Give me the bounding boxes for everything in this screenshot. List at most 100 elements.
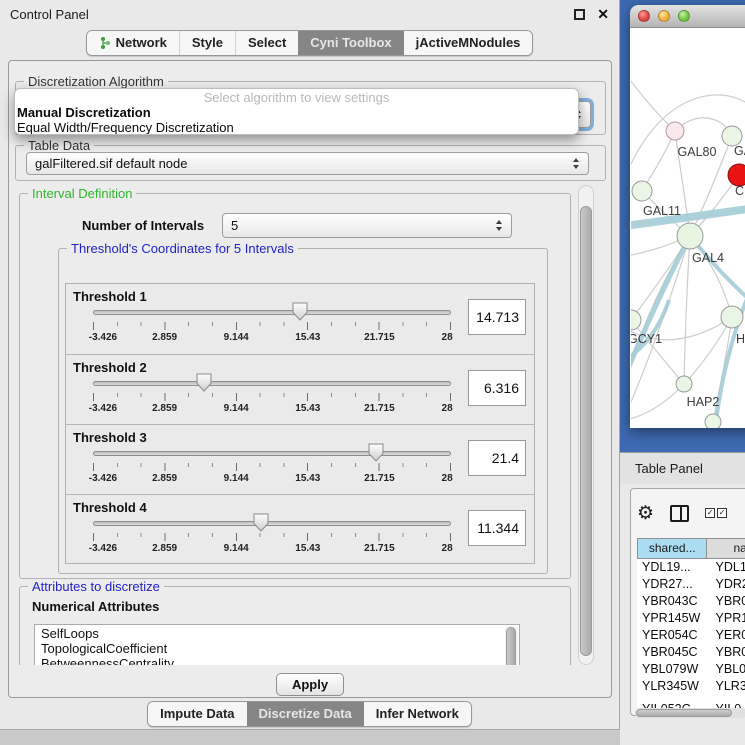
node[interactable]: [722, 126, 742, 146]
split-panel-icon[interactable]: [670, 505, 689, 522]
algorithm-option-manual[interactable]: Manual Discretization: [15, 105, 578, 120]
node-gcy1[interactable]: [631, 310, 641, 330]
table-row[interactable]: YBR043C YBR0: [637, 593, 745, 610]
table-cell[interactable]: YPR1: [708, 610, 745, 627]
tab-discretize-data[interactable]: Discretize Data: [247, 702, 364, 726]
threshold-value-field[interactable]: 6.316: [468, 370, 526, 406]
node[interactable]: [666, 122, 684, 140]
table-cell[interactable]: YBR045C: [637, 644, 708, 661]
column-header-name[interactable]: na: [707, 538, 745, 559]
slider-track[interactable]: [93, 521, 451, 526]
network-window-titlebar[interactable]: [630, 5, 745, 28]
select-columns-icon[interactable]: ✓ ✓: [705, 508, 727, 518]
threshold-value-field[interactable]: 11.344: [468, 510, 526, 546]
table-header-row: shared... na: [637, 538, 745, 559]
tab-network[interactable]: Network: [87, 31, 179, 55]
table-row[interactable]: YBR045C YBR0: [637, 644, 745, 661]
slider-thumb[interactable]: [292, 302, 308, 321]
tab-select[interactable]: Select: [235, 31, 298, 55]
table-cell[interactable]: YLR3: [708, 678, 745, 695]
network-graph: GAL80 GA C GAL11 GAL4 GCY1 H HAP2: [631, 28, 745, 428]
minimize-traffic-light-icon[interactable]: [658, 10, 670, 22]
table-row[interactable]: YPR145W YPR1: [637, 610, 745, 627]
table-row[interactable]: YER054C YER0: [637, 627, 745, 644]
tab-infer-network[interactable]: Infer Network: [364, 702, 471, 726]
close-traffic-light-icon[interactable]: [638, 10, 650, 22]
control-panel-window: Control Panel ✕ Network Style Select: [0, 0, 620, 730]
node[interactable]: [705, 414, 721, 428]
table-horizontal-scrollbar[interactable]: [635, 708, 745, 718]
close-icon[interactable]: ✕: [597, 7, 609, 21]
table-row[interactable]: YLR345W YLR3: [637, 678, 745, 695]
table-cell[interactable]: YER0: [708, 627, 745, 644]
table-row[interactable]: YIL052C YIL0: [637, 701, 745, 708]
tab-style[interactable]: Style: [179, 31, 235, 55]
top-tab-group: Network Style Select Cyni Toolbox jActiv…: [86, 30, 534, 56]
threshold-slider[interactable]: -3.426 2.859 9.144 15.43 21.715 28: [93, 519, 451, 559]
table-cell[interactable]: YLR345W: [637, 678, 708, 695]
node[interactable]: [721, 306, 743, 328]
scrollbar-thumb[interactable]: [506, 627, 516, 665]
table-cell[interactable]: YDL19...: [637, 559, 708, 576]
table-row[interactable]: YBL079W YBL0: [637, 661, 745, 678]
list-item[interactable]: SelfLoops: [41, 626, 519, 641]
column-header-shared-name[interactable]: shared...: [637, 538, 707, 559]
threshold-slider[interactable]: -3.426 2.859 9.144 15.43 21.715 28: [93, 379, 451, 419]
number-of-intervals-label: Number of Intervals: [82, 218, 204, 233]
node-hap2[interactable]: [676, 376, 692, 392]
threshold-slider[interactable]: -3.426 2.859 9.144 15.43 21.715 28: [93, 308, 451, 348]
table-cell[interactable]: YER054C: [637, 627, 708, 644]
table-panel-titlebar: Table Panel: [620, 452, 745, 484]
table-data-combobox[interactable]: galFiltered.sif default node: [26, 152, 589, 175]
table-cell[interactable]: YPR145W: [637, 610, 708, 627]
threshold-value-field[interactable]: 21.4: [468, 440, 526, 476]
table-row[interactable]: YDL19... YDL1: [637, 559, 745, 576]
threshold-label: Threshold 3: [73, 430, 147, 445]
slider-track[interactable]: [93, 381, 451, 386]
table-cell[interactable]: YIL0: [708, 701, 745, 708]
attributes-list-scrollbar[interactable]: [505, 626, 518, 665]
table-cell[interactable]: YBL0: [708, 661, 745, 678]
axis-tick-label: 9.144: [224, 473, 249, 484]
table-cell[interactable]: YDR2: [708, 576, 745, 593]
network-canvas[interactable]: GAL80 GA C GAL11 GAL4 GCY1 H HAP2: [630, 28, 745, 428]
list-item[interactable]: BetweennessCentrality: [41, 656, 519, 665]
scrollbar-thumb[interactable]: [636, 709, 732, 717]
node[interactable]: [632, 181, 652, 201]
slider-thumb[interactable]: [253, 513, 269, 532]
thresholds-panel: Threshold 1 -3.426 2.859 9.: [65, 283, 535, 564]
table-cell[interactable]: YDR27...: [637, 576, 708, 593]
tab-jactivemnodules[interactable]: jActiveMNodules: [404, 31, 533, 55]
list-item[interactable]: TopologicalCoefficient: [41, 641, 519, 656]
axis-tick-label: 21.715: [364, 543, 395, 554]
node-label: HAP2: [687, 395, 720, 409]
zoom-traffic-light-icon[interactable]: [678, 10, 690, 22]
gear-icon[interactable]: ⚙: [637, 504, 654, 523]
table-row[interactable]: YDR27... YDR2: [637, 576, 745, 593]
node-selected-red[interactable]: [728, 164, 745, 186]
tab-cyni-toolbox[interactable]: Cyni Toolbox: [298, 31, 403, 55]
scrollbar-thumb[interactable]: [580, 206, 592, 656]
table-cell[interactable]: YBR043C: [637, 593, 708, 610]
threshold-slider[interactable]: -3.426 2.859 9.144 15.43 21.715 28: [93, 449, 451, 489]
algorithm-option-equal-width[interactable]: Equal Width/Frequency Discretization: [15, 120, 578, 135]
slider-track[interactable]: [93, 451, 451, 456]
slider-ticks: [93, 533, 451, 541]
slider-track[interactable]: [93, 310, 451, 315]
threshold-value-field[interactable]: 14.713: [468, 299, 526, 335]
table-cell[interactable]: YDL1: [708, 559, 745, 576]
table-cell[interactable]: YBR0: [708, 644, 745, 661]
slider-thumb[interactable]: [368, 443, 384, 462]
threshold-label: Threshold 1: [73, 289, 147, 304]
axis-tick-label: 21.715: [364, 332, 395, 343]
table-cell[interactable]: YIL052C: [637, 701, 708, 708]
table-cell[interactable]: YBR0: [708, 593, 745, 610]
node-gal4[interactable]: [677, 223, 703, 249]
slider-thumb[interactable]: [196, 373, 212, 392]
table-cell[interactable]: YBL079W: [637, 661, 708, 678]
number-of-intervals-combobox[interactable]: 5: [222, 213, 512, 238]
settings-scrollbar[interactable]: [578, 185, 594, 665]
float-window-icon[interactable]: [574, 9, 585, 20]
tab-impute-data[interactable]: Impute Data: [148, 702, 246, 726]
apply-button[interactable]: Apply: [276, 673, 344, 696]
